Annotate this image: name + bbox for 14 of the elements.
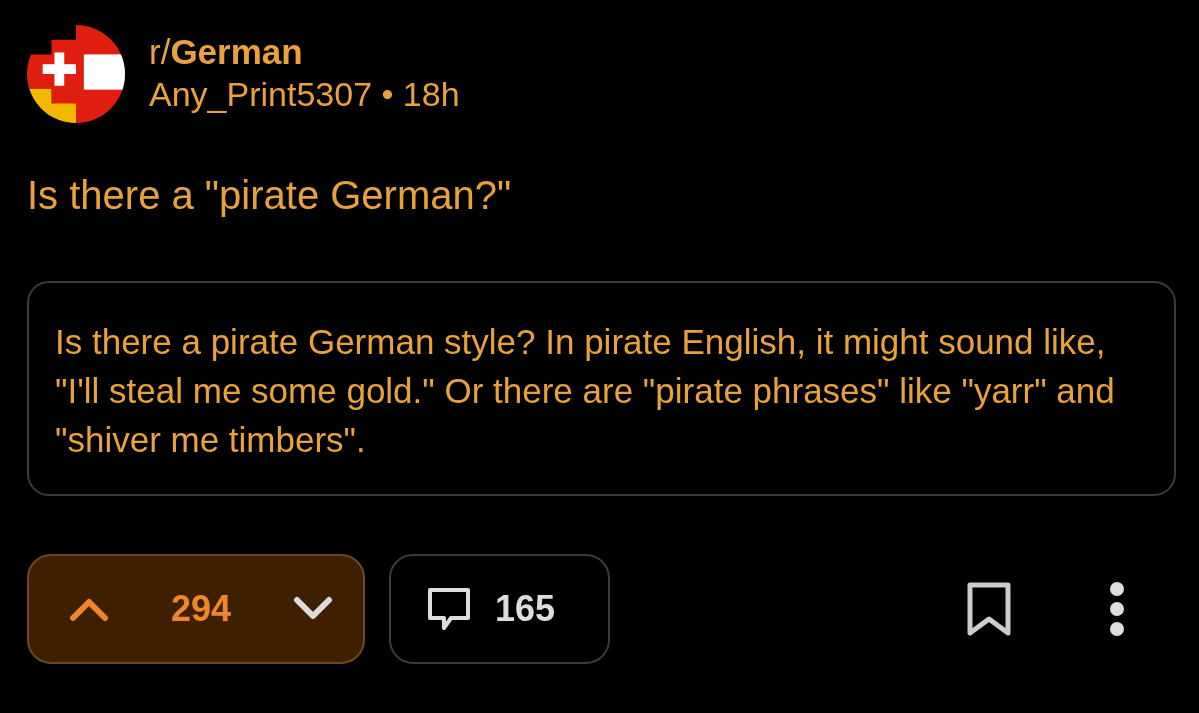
more-options-button[interactable] [1108,582,1126,636]
post-meta: Any_Print5307 • 18h [149,74,460,115]
post-title: Is there a "pirate German?" [27,172,513,219]
vote-score: 294 [170,587,232,631]
bookmark-icon [966,581,1012,637]
upvote-button[interactable] [69,596,109,622]
comment-icon [425,586,473,632]
downvote-button[interactable] [293,596,333,622]
more-icon [1108,582,1126,636]
post-body: Is there a pirate German style? In pirate English, it might sound like, "I'll steal me some gold." Or there are "pirate phrases" like "yarr" and "shiver me timbers". [27,281,1176,496]
comments-button[interactable]: 165 [389,554,610,664]
subreddit-avatar-icon[interactable] [27,25,125,123]
subreddit-name[interactable]: r/German [149,32,460,72]
save-button[interactable] [966,581,1012,637]
